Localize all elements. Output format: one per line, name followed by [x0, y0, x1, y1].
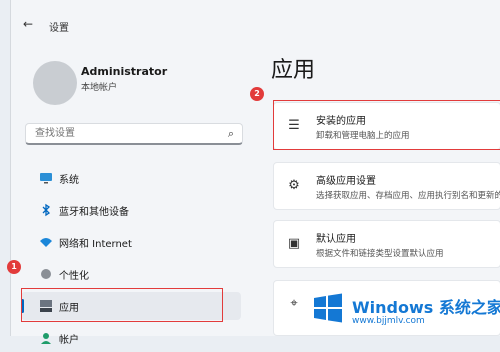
windows-logo-icon	[314, 293, 342, 323]
watermark: Windows 系统之家 www.bjjmlv.com	[300, 282, 500, 334]
back-button[interactable]: ←	[23, 17, 33, 31]
search-box[interactable]: ⌕	[25, 123, 243, 145]
account-type: 本地帐户	[81, 83, 118, 93]
sidebar-item-label: 帐户	[59, 335, 79, 346]
sidebar-item-label: 蓝牙和其他设备	[59, 207, 129, 218]
default-apps-card[interactable]: ▣ 默认应用 根据文件和链接类型设置默认应用	[273, 220, 500, 268]
card-title: 默认应用	[316, 234, 356, 245]
sidebar-item-personalization[interactable]: 个性化	[21, 260, 241, 288]
title-bar: ← 设置	[11, 0, 500, 40]
step-1-badge: 1	[7, 260, 21, 274]
advanced-apps-settings-card[interactable]: ⚙ 高级应用设置 选择获取应用、存档应用、应用执行别名和更新的位置	[273, 162, 500, 210]
window-title: 设置	[49, 23, 69, 34]
sidebar-item-network[interactable]: 网络和 Internet	[21, 228, 241, 256]
search-input[interactable]	[33, 127, 217, 140]
avatar[interactable]	[33, 61, 77, 105]
installed-apps-highlight-box	[273, 100, 500, 150]
step-2-badge: 2	[250, 87, 264, 101]
card-subtitle: 选择获取应用、存档应用、应用执行别名和更新的位置	[316, 191, 500, 201]
sidebar-item-label: 系统	[59, 175, 79, 186]
watermark-url: www.bjjmlv.com	[352, 316, 425, 326]
sidebar: Administrator 本地帐户 ⌕ 系统 蓝牙和其他设备 网络和 Inte…	[11, 40, 251, 346]
default-apps-icon: ▣	[287, 236, 301, 251]
card-subtitle: 根据文件和链接类型设置默认应用	[316, 249, 444, 259]
card-title: 高级应用设置	[316, 176, 376, 187]
watermark-brand: Windows 系统之家	[352, 298, 500, 317]
person-icon	[39, 331, 53, 345]
apps-highlight-box	[21, 288, 223, 322]
sidebar-item-label: 个性化	[59, 271, 89, 282]
user-name: Administrator	[81, 65, 168, 78]
search-icon[interactable]: ⌕	[228, 127, 234, 141]
brush-icon	[39, 267, 53, 281]
sidebar-item-system[interactable]: 系统	[21, 164, 241, 192]
page-title: 应用	[271, 58, 316, 83]
advanced-apps-icon: ⚙	[288, 178, 300, 193]
monitor-icon	[39, 171, 53, 185]
sidebar-item-accounts[interactable]: 帐户	[21, 324, 241, 352]
sidebar-item-label: 网络和 Internet	[59, 239, 132, 250]
bluetooth-icon	[39, 203, 53, 217]
sidebar-item-bluetooth[interactable]: 蓝牙和其他设备	[21, 196, 241, 224]
wifi-icon	[39, 235, 53, 249]
